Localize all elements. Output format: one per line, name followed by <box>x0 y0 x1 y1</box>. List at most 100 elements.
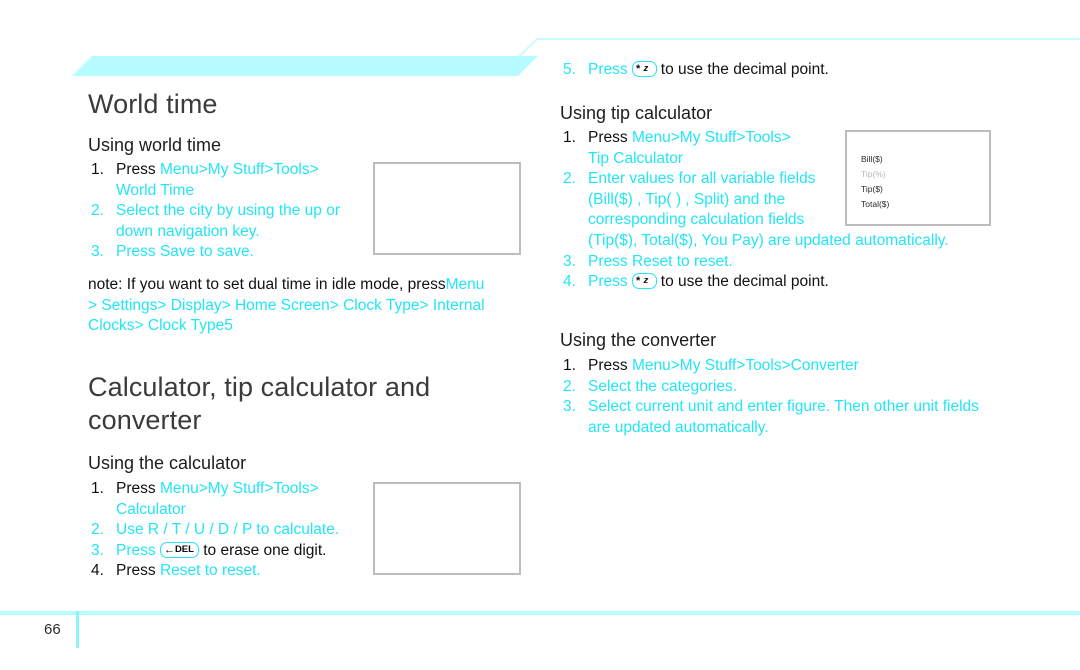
path-separator: > <box>419 296 429 314</box>
menu-path-menu: Menu <box>159 480 199 497</box>
step-calc-5: 5. Press * z to use the decimal point. <box>563 60 1080 81</box>
step-text-press: Press <box>116 243 160 261</box>
step-text-tail: to reset. <box>200 562 261 580</box>
softkey-reset-label: Reset <box>631 252 673 270</box>
step-text-press: Press <box>588 252 632 270</box>
step-tip-1-continuation: Tip Calculator <box>588 149 684 167</box>
star-key-label: z <box>643 275 649 287</box>
world-time-phone-screenshot <box>373 162 521 255</box>
step-tip-3: 3. Press Reset to reset. <box>563 252 1073 273</box>
step-tip-2-line3: corresponding calculation fields <box>588 211 805 229</box>
section-heading-using-calculator: Using the calculator <box>88 453 247 473</box>
step-text: Select the city by using the up or <box>116 202 341 220</box>
left-arrow-icon: ← <box>163 543 175 556</box>
menu-path-menu: Menu <box>631 357 671 374</box>
calculator-phone-screenshot <box>373 482 521 575</box>
step-number: 4. <box>91 562 104 580</box>
path-separator: > <box>329 296 339 314</box>
star-key-label: z <box>643 63 649 74</box>
step-text-line1: Enter values for all variable fields <box>588 170 816 188</box>
path-separator: > <box>198 161 208 178</box>
path-separator: > <box>309 161 319 178</box>
step-text-tail: to erase one digit. <box>198 541 327 559</box>
step-text: Select the categories. <box>588 377 738 395</box>
tip-calculator-steps: 1. Press Menu>My Stuff>Tools> Tip Calcul… <box>563 128 1073 293</box>
step-conv-3-line2: are updated automatically. <box>588 418 769 436</box>
note-path-clock-type: Clock Type <box>343 296 420 314</box>
step-number: 4. <box>563 273 576 291</box>
menu-path-my-stuff: My Stuff <box>679 357 737 374</box>
menu-path-tools: Tools <box>273 480 310 497</box>
note-path-clocks: Clocks <box>88 317 135 335</box>
softkey-reset-label: Reset <box>159 562 201 580</box>
note-path-home-screen: Home Screen <box>234 296 330 314</box>
note-line-3: Clocks> Clock Type5 <box>88 316 540 337</box>
step-tip-2: 2. Enter values for all variable fields <box>563 169 1073 190</box>
step-text-press: Press <box>116 541 160 559</box>
del-key-label: DEL <box>174 543 194 555</box>
step-tip-4: 4. Press * z to use the decimal point. <box>563 272 1073 293</box>
step-number: 2. <box>91 202 104 220</box>
step-text-press: Press <box>116 161 160 178</box>
menu-path-tools: Tools <box>273 161 310 178</box>
step-number: 1. <box>91 161 104 178</box>
step-tip-2-line2: (Bill($) , Tip( ) , Split) and the <box>588 190 786 208</box>
step-text-press: Press <box>588 61 632 78</box>
path-separator: > <box>670 357 680 374</box>
note-block: note: If you want to set dual time in id… <box>88 275 540 337</box>
note-path-settings: Settings <box>101 296 158 314</box>
step-number: 3. <box>91 243 104 261</box>
menu-path-menu: Menu <box>159 161 199 178</box>
step-number: 1. <box>563 129 576 146</box>
step-number: 5. <box>563 61 576 78</box>
step-text-tail: to save. <box>195 243 254 261</box>
path-separator: > <box>781 129 791 146</box>
asterisk-glyph: * <box>635 275 641 288</box>
note-line-2: > Settings> Display> Home Screen> Clock … <box>88 296 540 317</box>
step-conv-2: 2. Select the categories. <box>563 377 1073 398</box>
step-number: 2. <box>563 170 576 188</box>
step-conv-3: 3. Select current unit and enter figure.… <box>563 397 1073 418</box>
section-heading-using-world-time: Using world time <box>88 135 222 155</box>
star-key-icon: * z <box>631 273 657 290</box>
section-heading-using-converter: Using the converter <box>560 330 717 350</box>
step-tip-1: 1. Press Menu>My Stuff>Tools> <box>563 128 1073 149</box>
del-key-icon: ←DEL <box>159 541 199 558</box>
note-path-display: Display <box>170 296 222 314</box>
step-text-press: Press <box>588 129 632 146</box>
footer-tick-mark <box>76 611 79 648</box>
note-label: note: <box>88 276 123 293</box>
section-heading-using-tip-calculator: Using tip calculator <box>560 103 713 123</box>
step-text-press: Press <box>116 562 160 580</box>
step-text-tail: to calculate. <box>252 521 340 539</box>
step-number: 3. <box>563 252 576 270</box>
tip-calculator-phone-screenshot: Bill($) Tip(%) Tip($) Total($) <box>845 130 991 226</box>
step-number: 3. <box>563 398 576 416</box>
page-title-calculator: Calculator, tip calculator and converter <box>88 372 431 435</box>
field-label-total: Total($) <box>861 199 890 209</box>
menu-path-tools: Tools <box>745 129 782 146</box>
path-separator: > <box>88 296 98 314</box>
path-separator: > <box>781 357 791 374</box>
step-text-press: Press <box>588 273 632 291</box>
note-line-1: note: If you want to set dual time in id… <box>88 275 540 296</box>
tip-calculator-field-labels: Bill($) Tip(%) Tip($) Total($) <box>861 152 889 212</box>
path-separator: > <box>309 480 319 497</box>
path-separator: > <box>670 129 680 146</box>
note-path-menu: Menu <box>445 276 485 293</box>
converter-steps: 1. Press Menu>My Stuff>Tools>Converter 2… <box>563 356 1073 438</box>
note-path-internal: Internal <box>432 296 485 314</box>
step-number: 2. <box>91 521 104 539</box>
step-tip-2-line4: (Tip($), Total($), You Pay) are updated … <box>588 232 949 250</box>
menu-path-my-stuff: My Stuff <box>679 129 737 146</box>
calculator-operator-keys: R / T / U / D / P <box>147 521 253 539</box>
field-label-bill: Bill($) <box>861 154 883 164</box>
page-number: 66 <box>44 621 61 638</box>
step-text-tail: to use the decimal point. <box>656 61 829 78</box>
menu-path-my-stuff: My Stuff <box>207 161 265 178</box>
path-separator: > <box>134 317 144 335</box>
step-number: 1. <box>91 480 104 497</box>
menu-path-menu: Menu <box>631 129 671 146</box>
softkey-save-label: Save <box>159 243 196 261</box>
step-text-press: Press <box>588 357 632 374</box>
